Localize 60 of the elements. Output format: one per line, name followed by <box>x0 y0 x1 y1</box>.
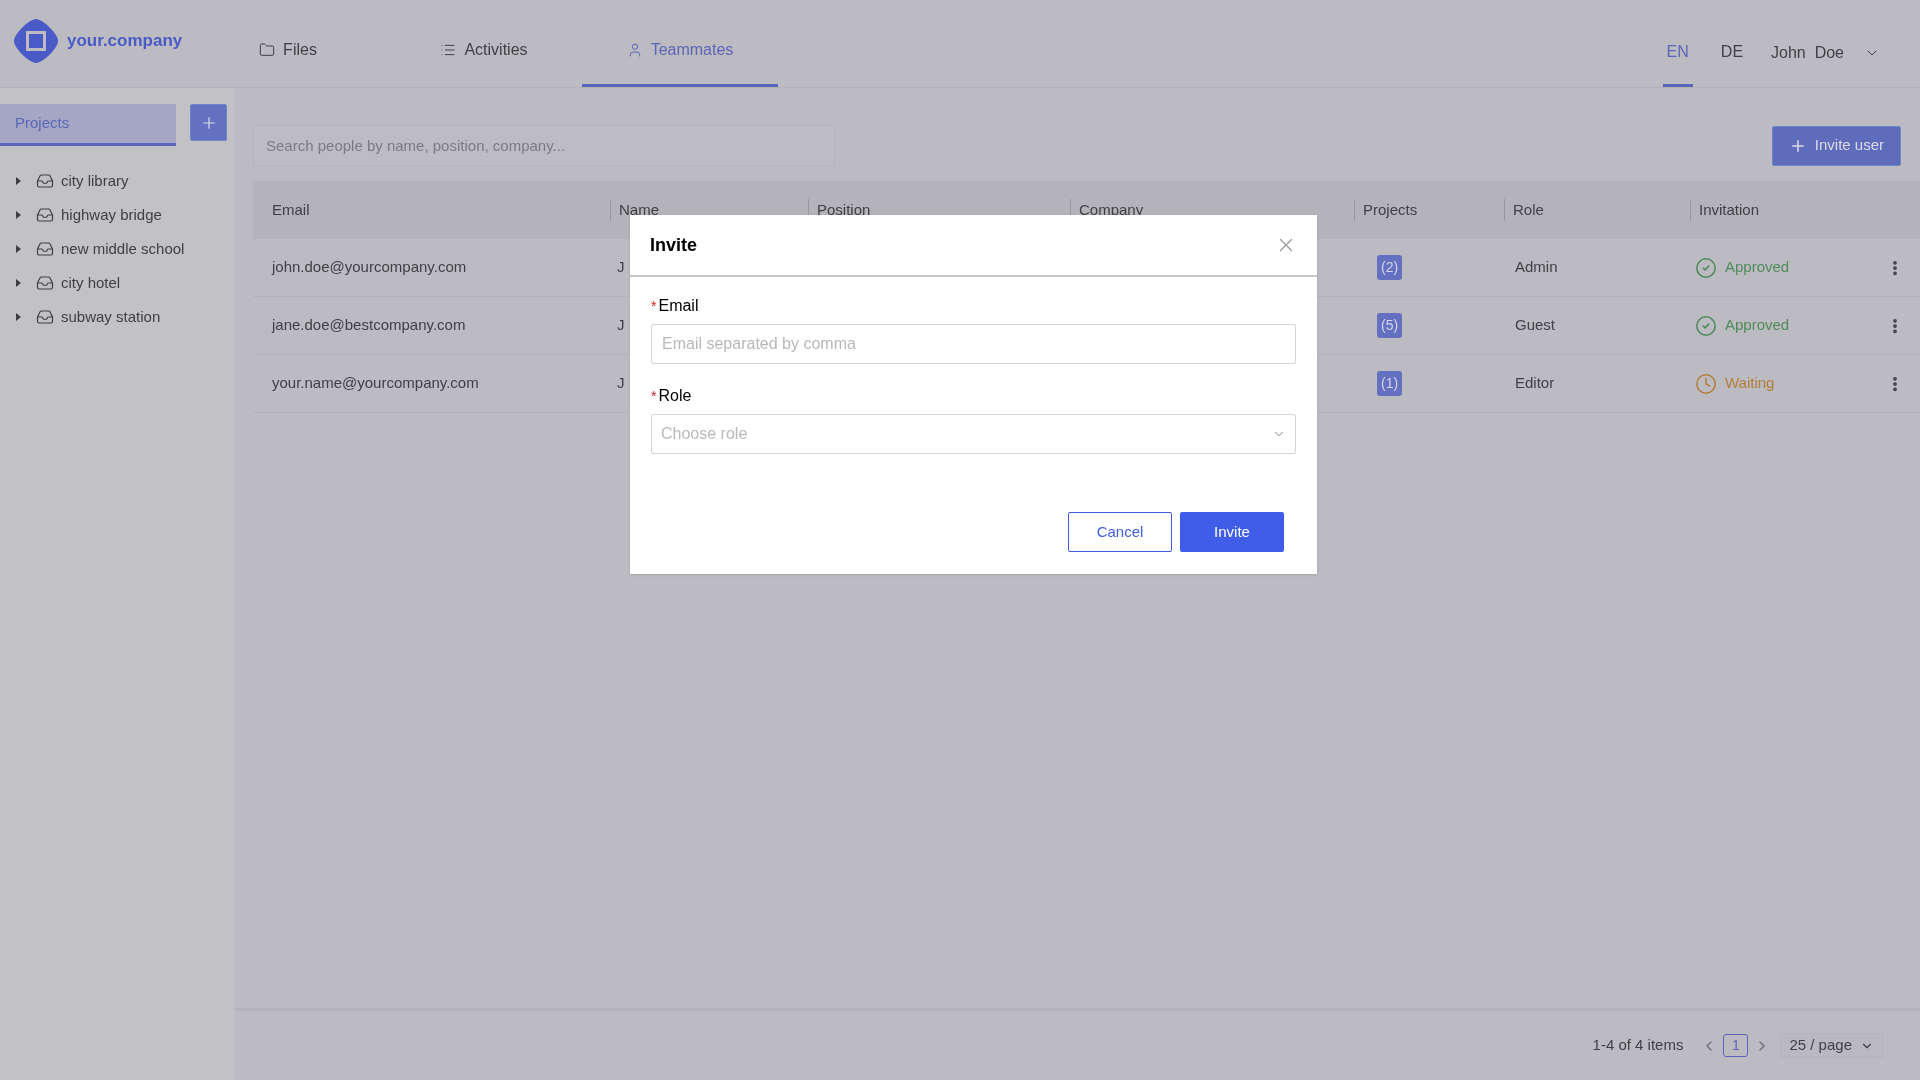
caret-right-icon[interactable] <box>13 176 23 186</box>
caret-right-icon[interactable] <box>13 210 23 220</box>
logo-icon <box>13 18 59 64</box>
nav-tab[interactable]: Files <box>190 0 386 87</box>
projects-count-badge[interactable]: (2) <box>1377 255 1403 280</box>
logo-text: your.company <box>67 30 183 53</box>
cancel-button[interactable]: Cancel <box>1068 512 1172 552</box>
language-tab[interactable]: EN <box>1662 0 1693 87</box>
inbox-icon <box>36 308 54 326</box>
inbox-icon <box>36 274 54 292</box>
inbox-icon <box>36 240 54 258</box>
pagination-summary: 1-4 of 4 items <box>1592 1035 1684 1056</box>
invitation-status: Waiting <box>1725 373 1775 394</box>
project-item[interactable]: highway bridge <box>61 203 162 227</box>
caret-right-icon[interactable] <box>13 244 23 254</box>
language-tab[interactable]: DE <box>1716 0 1748 87</box>
field-label: Role <box>658 386 692 406</box>
column-header: Name <box>619 199 659 220</box>
search-field[interactable]: Search people by name, position, company... <box>253 125 835 166</box>
folder-icon <box>259 42 276 58</box>
project-item[interactable]: subway station <box>61 305 161 329</box>
table-cell: J <box>617 374 625 392</box>
column-header: Invitation <box>1699 199 1760 220</box>
invitation-status: Approved <box>1725 315 1790 336</box>
user-menu[interactable]: John Doe <box>1771 22 1880 65</box>
dialog-title: Invite <box>650 233 697 257</box>
page-size-select[interactable]: 25 / page <box>1780 1033 1883 1058</box>
invite-user-button[interactable]: Invite user <box>1771 125 1901 166</box>
table-cell: Admin <box>1515 258 1558 276</box>
email-field[interactable]: Email separated by comma <box>651 324 1296 364</box>
invitation-status: Approved <box>1725 257 1790 278</box>
table-cell: jane.doe@bestcompany.com <box>272 316 466 334</box>
table-cell: J <box>617 258 625 276</box>
projects-count-badge[interactable]: (5) <box>1377 313 1403 338</box>
nav-tab[interactable]: Activities <box>386 0 582 87</box>
table-cell: Editor <box>1515 374 1555 392</box>
required-marker: * <box>651 389 657 403</box>
page-number[interactable]: 1 <box>1723 1034 1749 1057</box>
caret-right-icon[interactable] <box>13 278 23 288</box>
nav-tab[interactable]: Teammates <box>582 0 778 87</box>
column-header: Position <box>817 199 871 220</box>
inbox-icon <box>36 172 54 190</box>
field-label: Email <box>658 296 699 316</box>
column-header: Email <box>271 199 310 220</box>
project-item[interactable]: city hotel <box>61 271 121 295</box>
table-cell: Guest <box>1515 316 1556 334</box>
table-cell: your.name@yourcompany.com <box>272 374 479 392</box>
list-icon <box>440 42 457 58</box>
caret-right-icon[interactable] <box>13 312 23 322</box>
column-header: Projects <box>1363 199 1418 220</box>
project-item[interactable]: new middle school <box>61 237 185 261</box>
projects-count-badge[interactable]: (1) <box>1377 371 1403 396</box>
table-cell: john.doe@yourcompany.com <box>272 258 467 276</box>
column-header: Role <box>1513 199 1544 220</box>
project-item[interactable]: city library <box>61 169 129 193</box>
inbox-icon <box>36 206 54 224</box>
table-cell: J <box>617 316 625 334</box>
column-header: Company <box>1079 199 1144 220</box>
required-marker: * <box>651 299 657 313</box>
invite-button[interactable]: Invite <box>1180 512 1284 552</box>
